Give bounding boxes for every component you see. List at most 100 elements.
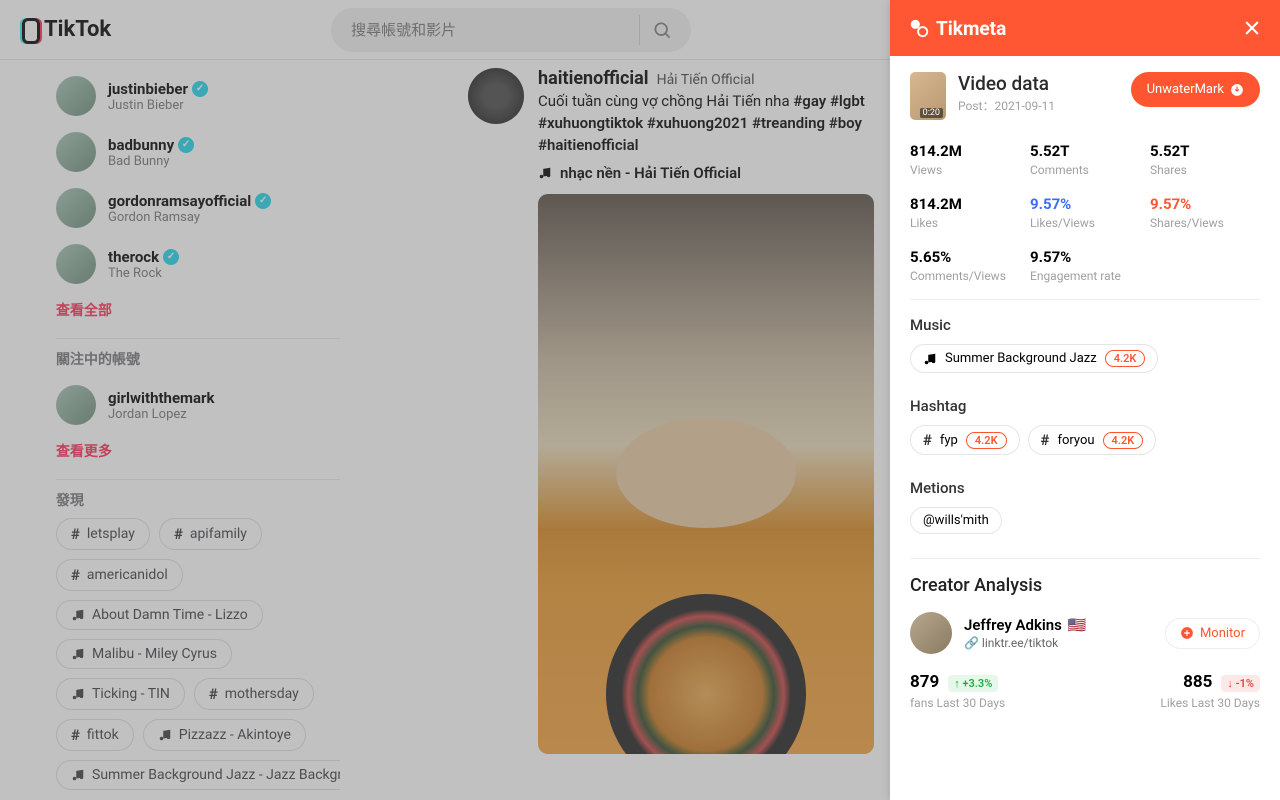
- music-icon: [158, 728, 172, 742]
- account-item[interactable]: justinbieber Justin Bieber: [56, 68, 340, 124]
- stat-item: 5.52TComments: [1030, 142, 1140, 177]
- search-icon: [652, 20, 672, 40]
- download-icon: [1230, 83, 1244, 97]
- hash-icon: #: [923, 431, 932, 449]
- post-music[interactable]: nhạc nền - Hải Tiến Official: [538, 164, 878, 182]
- creator-analysis-title: Creator Analysis: [910, 575, 1260, 596]
- mentions-section-title: Metions: [910, 479, 1260, 497]
- hash-icon: #: [71, 525, 80, 543]
- music-icon: [923, 352, 937, 366]
- tiktok-logo[interactable]: TikTok: [16, 17, 111, 42]
- music-icon: [71, 608, 85, 622]
- hash-icon: #: [209, 685, 218, 703]
- hash-icon: #: [1041, 431, 1050, 449]
- account-item[interactable]: girlwiththemark Jordan Lopez: [56, 377, 340, 433]
- music-icon: [71, 768, 85, 782]
- music-pill[interactable]: Summer Background Jazz 4.2K: [910, 344, 1158, 373]
- account-username: badbunny: [108, 136, 194, 154]
- account-displayname: The Rock: [108, 266, 179, 281]
- hash-icon: #: [174, 525, 183, 543]
- discover-chip[interactable]: Summer Background Jazz - Jazz Backgroun.…: [56, 760, 340, 790]
- discover-chip[interactable]: Malibu - Miley Cyrus: [56, 639, 232, 669]
- likes-count: 885: [1183, 672, 1212, 692]
- fans-count: 879: [910, 672, 939, 692]
- account-username: therock: [108, 248, 179, 266]
- discover-chip[interactable]: Pizzazz - Akintoye: [143, 719, 306, 751]
- account-username: justinbieber: [108, 80, 208, 98]
- video-date: Post：2021-09-11: [958, 97, 1119, 114]
- likes-delta: ↓ -1%: [1221, 675, 1260, 692]
- avatar: [56, 76, 96, 116]
- account-displayname: Justin Bieber: [108, 98, 208, 113]
- creator-avatar[interactable]: [910, 612, 952, 654]
- tiktok-icon: [16, 18, 40, 42]
- flag-icon: 🇺🇸: [1068, 616, 1087, 634]
- discover-chip[interactable]: #americanidol: [56, 559, 183, 591]
- verified-icon: [178, 137, 194, 153]
- see-all-link[interactable]: 查看全部: [56, 292, 340, 328]
- discover-title: 發現: [56, 490, 340, 510]
- creator-name[interactable]: Jeffrey Adkins 🇺🇸: [964, 616, 1087, 634]
- verified-icon: [163, 249, 179, 265]
- unwatermark-button[interactable]: UnwaterMark: [1131, 72, 1260, 107]
- post-description: Cuối tuần cùng vợ chồng Hải Tiến nha #ga…: [538, 91, 878, 156]
- account-displayname: Jordan Lopez: [108, 407, 215, 422]
- video-player[interactable]: [538, 194, 874, 754]
- creator-link[interactable]: 🔗 linktr.ee/tiktok: [964, 636, 1087, 650]
- hashtag-section-title: Hashtag: [910, 397, 1260, 415]
- mention-pill[interactable]: @wills'mith: [910, 507, 1002, 534]
- tikmeta-panel: Tikmeta 0:20 Video data Post：2021-09-11 …: [890, 0, 1280, 800]
- following-title: 關注中的帳號: [56, 349, 340, 369]
- plus-icon: [1180, 626, 1194, 640]
- discover-chip[interactable]: #fittok: [56, 719, 134, 751]
- hashtag-pill[interactable]: #foryou4.2K: [1028, 425, 1157, 455]
- verified-icon: [192, 81, 208, 97]
- avatar: [56, 132, 96, 172]
- discover-chip[interactable]: #apifamily: [159, 518, 262, 550]
- sidebar: justinbieber Justin Bieber badbunny Bad …: [0, 60, 340, 800]
- post-displayname: Hải Tiến Official: [657, 72, 755, 88]
- stat-item: 9.57%Shares/Views: [1150, 195, 1260, 230]
- video-title: Video data: [958, 72, 1119, 95]
- account-item[interactable]: therock The Rock: [56, 236, 340, 292]
- music-icon: [538, 166, 552, 180]
- discover-chip[interactable]: #mothersday: [194, 678, 314, 710]
- discover-chip[interactable]: About Damn Time - Lizzo: [56, 600, 263, 630]
- stat-item: 814.2MViews: [910, 142, 1020, 177]
- discover-chip[interactable]: #letsplay: [56, 518, 150, 550]
- music-icon: [71, 687, 85, 701]
- hash-icon: #: [71, 726, 80, 744]
- search-bar: [331, 8, 691, 52]
- stat-item: 9.57%Likes/Views: [1030, 195, 1140, 230]
- stat-item: 5.52TShares: [1150, 142, 1260, 177]
- account-item[interactable]: badbunny Bad Bunny: [56, 124, 340, 180]
- video-thumbnail[interactable]: 0:20: [910, 72, 946, 120]
- discover-chip[interactable]: Ticking - TIN: [56, 678, 185, 710]
- post-avatar[interactable]: [468, 68, 524, 124]
- hash-icon: #: [71, 566, 80, 584]
- music-icon: [71, 647, 85, 661]
- tikmeta-brand: Tikmeta: [908, 17, 1006, 40]
- avatar: [56, 385, 96, 425]
- account-username: gordonramsayofficial: [108, 192, 271, 210]
- close-icon[interactable]: [1242, 18, 1262, 38]
- account-displayname: Gordon Ramsay: [108, 210, 271, 225]
- search-input[interactable]: [351, 21, 639, 39]
- stat-item: 9.57%Engagement rate: [1030, 248, 1140, 283]
- account-username: girlwiththemark: [108, 389, 215, 407]
- see-more-link[interactable]: 查看更多: [56, 433, 340, 469]
- avatar: [56, 244, 96, 284]
- account-displayname: Bad Bunny: [108, 154, 194, 169]
- search-button[interactable]: [639, 15, 683, 45]
- verified-icon: [255, 193, 271, 209]
- post-username[interactable]: haitienofficial: [538, 68, 649, 89]
- stat-item: 5.65%Comments/Views: [910, 248, 1020, 283]
- fans-delta: ↑ +3.3%: [948, 675, 998, 692]
- stat-item: 814.2MLikes: [910, 195, 1020, 230]
- music-section-title: Music: [910, 316, 1260, 334]
- account-item[interactable]: gordonramsayofficial Gordon Ramsay: [56, 180, 340, 236]
- avatar: [56, 188, 96, 228]
- monitor-button[interactable]: Monitor: [1165, 618, 1260, 649]
- tikmeta-icon: [908, 17, 930, 39]
- hashtag-pill[interactable]: #fyp4.2K: [910, 425, 1020, 455]
